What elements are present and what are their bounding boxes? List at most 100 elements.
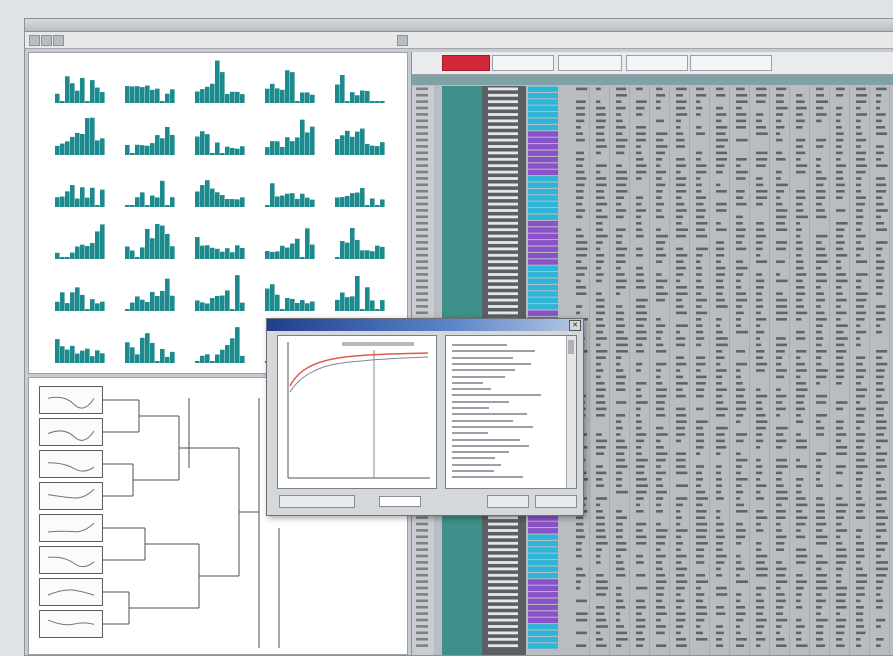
dialog-option-button[interactable] [279,495,355,508]
toolbar-button[interactable] [41,35,52,46]
list-item[interactable] [452,413,528,416]
grid-cell-value [816,414,828,417]
histogram-bar [90,299,95,311]
grid-cell-value [596,465,603,468]
grid-cell-value [676,202,685,206]
grid-cell-value [876,580,884,583]
grid-cell-value [636,164,647,167]
grid-cell-value [576,260,582,263]
histogram-bar [145,333,150,363]
dendrogram-leaf-thumbnail[interactable] [39,578,103,606]
grid-cell-value [576,266,588,270]
toolbar-button[interactable] [29,35,40,46]
grid-cell-value [656,510,663,513]
dendrogram-leaf-thumbnail[interactable] [39,610,103,638]
grid-cell-value [876,606,883,609]
close-icon[interactable]: ✕ [569,320,581,331]
row-number [416,106,428,110]
grid-tab[interactable] [690,55,772,71]
highlight-cell [528,214,558,220]
grid-cell-value [656,87,663,91]
list-item[interactable] [452,457,495,460]
list-item[interactable] [452,425,534,428]
title-bar[interactable] [25,19,893,32]
list-item[interactable] [452,419,513,422]
grid-tab-active[interactable] [442,55,490,71]
list-item[interactable] [452,400,509,403]
list-item[interactable] [452,432,488,435]
list-item[interactable] [452,375,505,378]
list-item[interactable] [452,350,536,353]
histogram-bar [270,141,275,155]
list-item[interactable] [452,362,531,365]
grid-cell-value [696,228,706,231]
grid-cell-value [776,119,782,123]
row-number [416,298,428,302]
grid-cell-value [616,426,623,430]
list-item[interactable] [452,344,507,346]
list-item[interactable] [452,369,516,372]
grid-cell-value [636,343,643,347]
dendrogram-leaf-thumbnail[interactable] [39,450,103,478]
histogram-bar [60,292,65,311]
list-item[interactable] [452,476,524,479]
histogram-bar [230,309,235,311]
list-item[interactable] [452,407,490,409]
list-item[interactable] [452,463,502,466]
list-item[interactable] [452,381,484,384]
histogram-bar [300,193,305,207]
grid-cell-value [756,433,763,436]
grid-cell-value [656,318,661,321]
grid-cell-value [596,202,608,206]
grid-cell-value [796,298,803,302]
histogram-cell [117,213,187,263]
grid-tab[interactable] [492,55,554,71]
dendrogram-leaf-thumbnail[interactable] [39,514,103,542]
list-item[interactable] [452,356,514,359]
list-item[interactable] [452,388,492,391]
histogram-bar [380,246,385,259]
list-item[interactable] [452,470,495,472]
grid-cell-value [716,382,722,385]
list-item[interactable] [452,438,520,441]
grid-cell-value [656,132,668,135]
grid-cell-value [756,126,766,129]
histogram-bar [370,145,375,155]
list-item[interactable] [452,394,541,397]
grid-tab[interactable] [626,55,688,71]
grid-cell-value [716,158,728,161]
grid-cell-value [756,446,761,449]
grid-tab[interactable] [558,55,622,71]
list-item[interactable] [452,451,509,454]
grid-cell-value [796,337,806,340]
dialog-value-field[interactable] [379,496,421,507]
dendrogram-leaf-thumbnail[interactable] [39,482,103,510]
grid-cell-value [696,522,708,526]
dialog-ok-button[interactable] [487,495,529,508]
toolbar-button[interactable] [53,35,64,46]
toolbar-button[interactable] [397,35,408,46]
grid-cell-value [656,471,666,475]
dialog-cancel-button[interactable] [535,495,577,508]
list-item[interactable] [452,444,530,447]
name-cell-text [488,644,518,648]
histogram-bar [165,205,170,207]
histogram-bar [75,198,80,207]
scrollbar-thumb[interactable] [568,340,574,354]
grid-cell-value [816,394,828,398]
histogram-bar [235,245,240,259]
dendrogram-leaf-thumbnail[interactable] [39,418,103,446]
grid-cell-value [576,644,587,647]
highlight-cell [528,291,558,297]
grid-cell-value [756,561,765,564]
grid-cell-value [816,382,821,385]
grid-cell-value [796,497,806,500]
dialog-item-list[interactable] [445,335,577,489]
grid-cell-value [756,522,761,526]
dendrogram-leaf-thumbnail[interactable] [39,546,103,574]
dialog-title-bar[interactable]: ✕ [267,319,583,331]
curve-dialog[interactable]: ✕ [266,318,584,516]
grid-cell-value [756,254,761,257]
dendrogram-leaf-thumbnail[interactable] [39,386,103,414]
list-scrollbar[interactable] [566,336,576,488]
